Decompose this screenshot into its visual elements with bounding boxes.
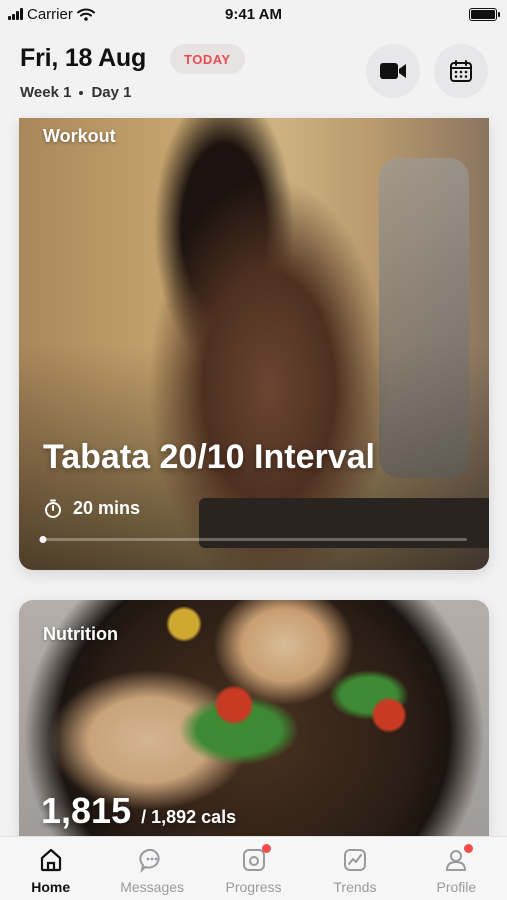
profile-notification-badge (464, 844, 474, 853)
wifi-icon (76, 8, 95, 21)
person-icon (443, 844, 474, 873)
header: Fri, 18 Aug TODAY Week 1 Day 1 (0, 28, 507, 116)
camera-icon (241, 844, 271, 873)
nutrition-card[interactable]: Nutrition 1,815 / 1,892 cals (19, 600, 489, 840)
tab-trends-label: Trends (333, 879, 377, 895)
battery-icon (469, 7, 500, 21)
week-label: Week 1 (20, 84, 72, 101)
chat-icon (139, 847, 165, 873)
calendar-button[interactable] (434, 44, 488, 98)
duration-label: 20 mins (73, 498, 141, 518)
tab-bar: Home Messages Progress Trends Profile (0, 836, 507, 900)
week-day-label: Week 1 Day 1 (20, 84, 131, 101)
carrier-group: Carrier (8, 6, 95, 23)
home-icon (38, 847, 64, 873)
tab-trends[interactable]: Trends (304, 837, 405, 900)
tab-messages[interactable]: Messages (101, 837, 202, 900)
calendar-icon (450, 60, 472, 82)
tab-profile-label: Profile (436, 879, 477, 895)
progress-notification-badge (261, 844, 271, 853)
calories-consumed: 1,815 (41, 790, 132, 831)
workout-tag: Workout (43, 126, 116, 146)
tab-home[interactable]: Home (0, 837, 101, 900)
carrier-label: Carrier (27, 5, 73, 23)
day-label: Day 1 (91, 84, 132, 101)
calories-total: / 1,892 cals (141, 807, 237, 827)
workout-title: Tabata 20/10 Interval (43, 438, 375, 476)
gym-equipment-image (379, 158, 469, 478)
page-title: Fri, 18 Aug (20, 44, 147, 72)
stopwatch-icon (45, 499, 61, 518)
tab-progress[interactable]: Progress (203, 837, 304, 900)
tab-messages-label: Messages (120, 879, 185, 895)
signal-icon (8, 8, 23, 20)
workout-card[interactable]: Workout Tabata 20/10 Interval 20 mins (19, 118, 489, 570)
calorie-summary: 1,815 / 1,892 cals (41, 790, 236, 832)
progress-knob (39, 536, 47, 543)
video-camera-icon (380, 63, 406, 79)
video-call-button[interactable] (366, 44, 420, 98)
separator-dot (79, 90, 84, 95)
today-badge[interactable]: TODAY (170, 44, 245, 74)
clock: 9:41 AM (225, 5, 282, 23)
trend-chart-icon (342, 847, 368, 873)
status-bar: Carrier 9:41 AM (0, 0, 507, 28)
tab-progress-label: Progress (225, 879, 282, 895)
nutrition-tag: Nutrition (43, 624, 118, 644)
workout-progress-bar (39, 536, 467, 543)
tab-home-label: Home (31, 879, 71, 895)
workout-duration: 20 mins (43, 498, 140, 519)
tab-profile[interactable]: Profile (406, 837, 507, 900)
